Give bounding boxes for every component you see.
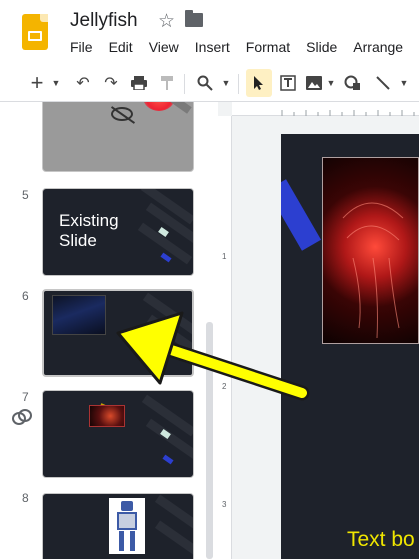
horizontal-ruler [232, 102, 419, 116]
redo-icon[interactable]: ↷ [100, 64, 122, 102]
menu-format[interactable]: Format [238, 38, 298, 56]
star-icon[interactable]: ☆ [158, 10, 175, 33]
slide-number: 6 [22, 289, 29, 303]
text-box[interactable]: Text bo [347, 528, 415, 552]
image-icon[interactable] [303, 64, 325, 102]
filmstrip-scrollbar[interactable] [206, 322, 213, 559]
slide-thumbnail-7[interactable] [42, 390, 194, 478]
print-icon[interactable] [128, 64, 150, 102]
toolbar: + ▼ ↶ ↷ ▼ ▼ ▼ [0, 64, 419, 102]
current-slide-canvas[interactable]: Text bo [281, 134, 419, 559]
eye-off-icon [111, 107, 133, 121]
ruler-number: 2 [222, 382, 227, 391]
menu-insert[interactable]: Insert [187, 38, 238, 56]
line-icon[interactable] [372, 64, 394, 102]
ruler-number: 1 [222, 252, 227, 261]
zoom-icon[interactable] [194, 64, 216, 102]
menu-file[interactable]: File [62, 38, 101, 56]
slide-thumbnail-hidden[interactable] [42, 102, 194, 172]
slide-filmstrip[interactable]: 5 Existing Slide 6 7 8 [0, 102, 218, 559]
menu-edit[interactable]: Edit [101, 38, 141, 56]
text-box-icon[interactable] [277, 64, 299, 102]
add-icon[interactable]: + [26, 64, 48, 102]
menu-arrange[interactable]: Arrange [345, 38, 411, 56]
slide-number: 5 [22, 188, 29, 202]
vertical-ruler: 1 2 3 [218, 116, 232, 559]
zoom-dropdown-chevron-icon[interactable]: ▼ [220, 64, 232, 102]
link-icon[interactable] [12, 409, 32, 425]
google-slides-icon[interactable] [22, 14, 48, 50]
image-dropdown-chevron-icon[interactable]: ▼ [326, 64, 336, 102]
decorative-blue-stripe [281, 179, 322, 251]
shape-icon[interactable] [342, 64, 364, 102]
undo-icon[interactable]: ↶ [72, 64, 94, 102]
menu-bar: File Edit View Insert Format Slide Arran… [62, 38, 419, 56]
slide-number: 8 [22, 491, 29, 505]
jellyfish-thumbnail-image [143, 102, 175, 111]
slide-number: 7 [22, 390, 29, 404]
menu-tools[interactable]: T [411, 38, 419, 56]
jellyfish-image[interactable] [322, 157, 419, 344]
robot-thumbnail-image [109, 498, 145, 554]
select-cursor-icon[interactable] [246, 69, 272, 97]
slide-thumbnail-5[interactable]: Existing Slide [42, 188, 194, 276]
slide-thumbnail-title: Existing Slide [59, 211, 119, 250]
menu-view[interactable]: View [141, 38, 187, 56]
slide-thumbnail-8[interactable] [42, 493, 194, 559]
add-dropdown-chevron-icon[interactable]: ▼ [50, 64, 62, 102]
paint-format-icon[interactable] [156, 64, 178, 102]
folder-icon[interactable] [185, 10, 203, 27]
document-title[interactable]: Jellyfish [70, 10, 138, 32]
line-dropdown-chevron-icon[interactable]: ▼ [398, 64, 410, 102]
slide-thumbnail-6[interactable] [42, 289, 194, 377]
menu-slide[interactable]: Slide [298, 38, 345, 56]
ruler-number: 3 [222, 500, 227, 509]
jellyfish-thumbnail-image [89, 405, 125, 427]
slide-thumbnail-image [52, 295, 106, 335]
